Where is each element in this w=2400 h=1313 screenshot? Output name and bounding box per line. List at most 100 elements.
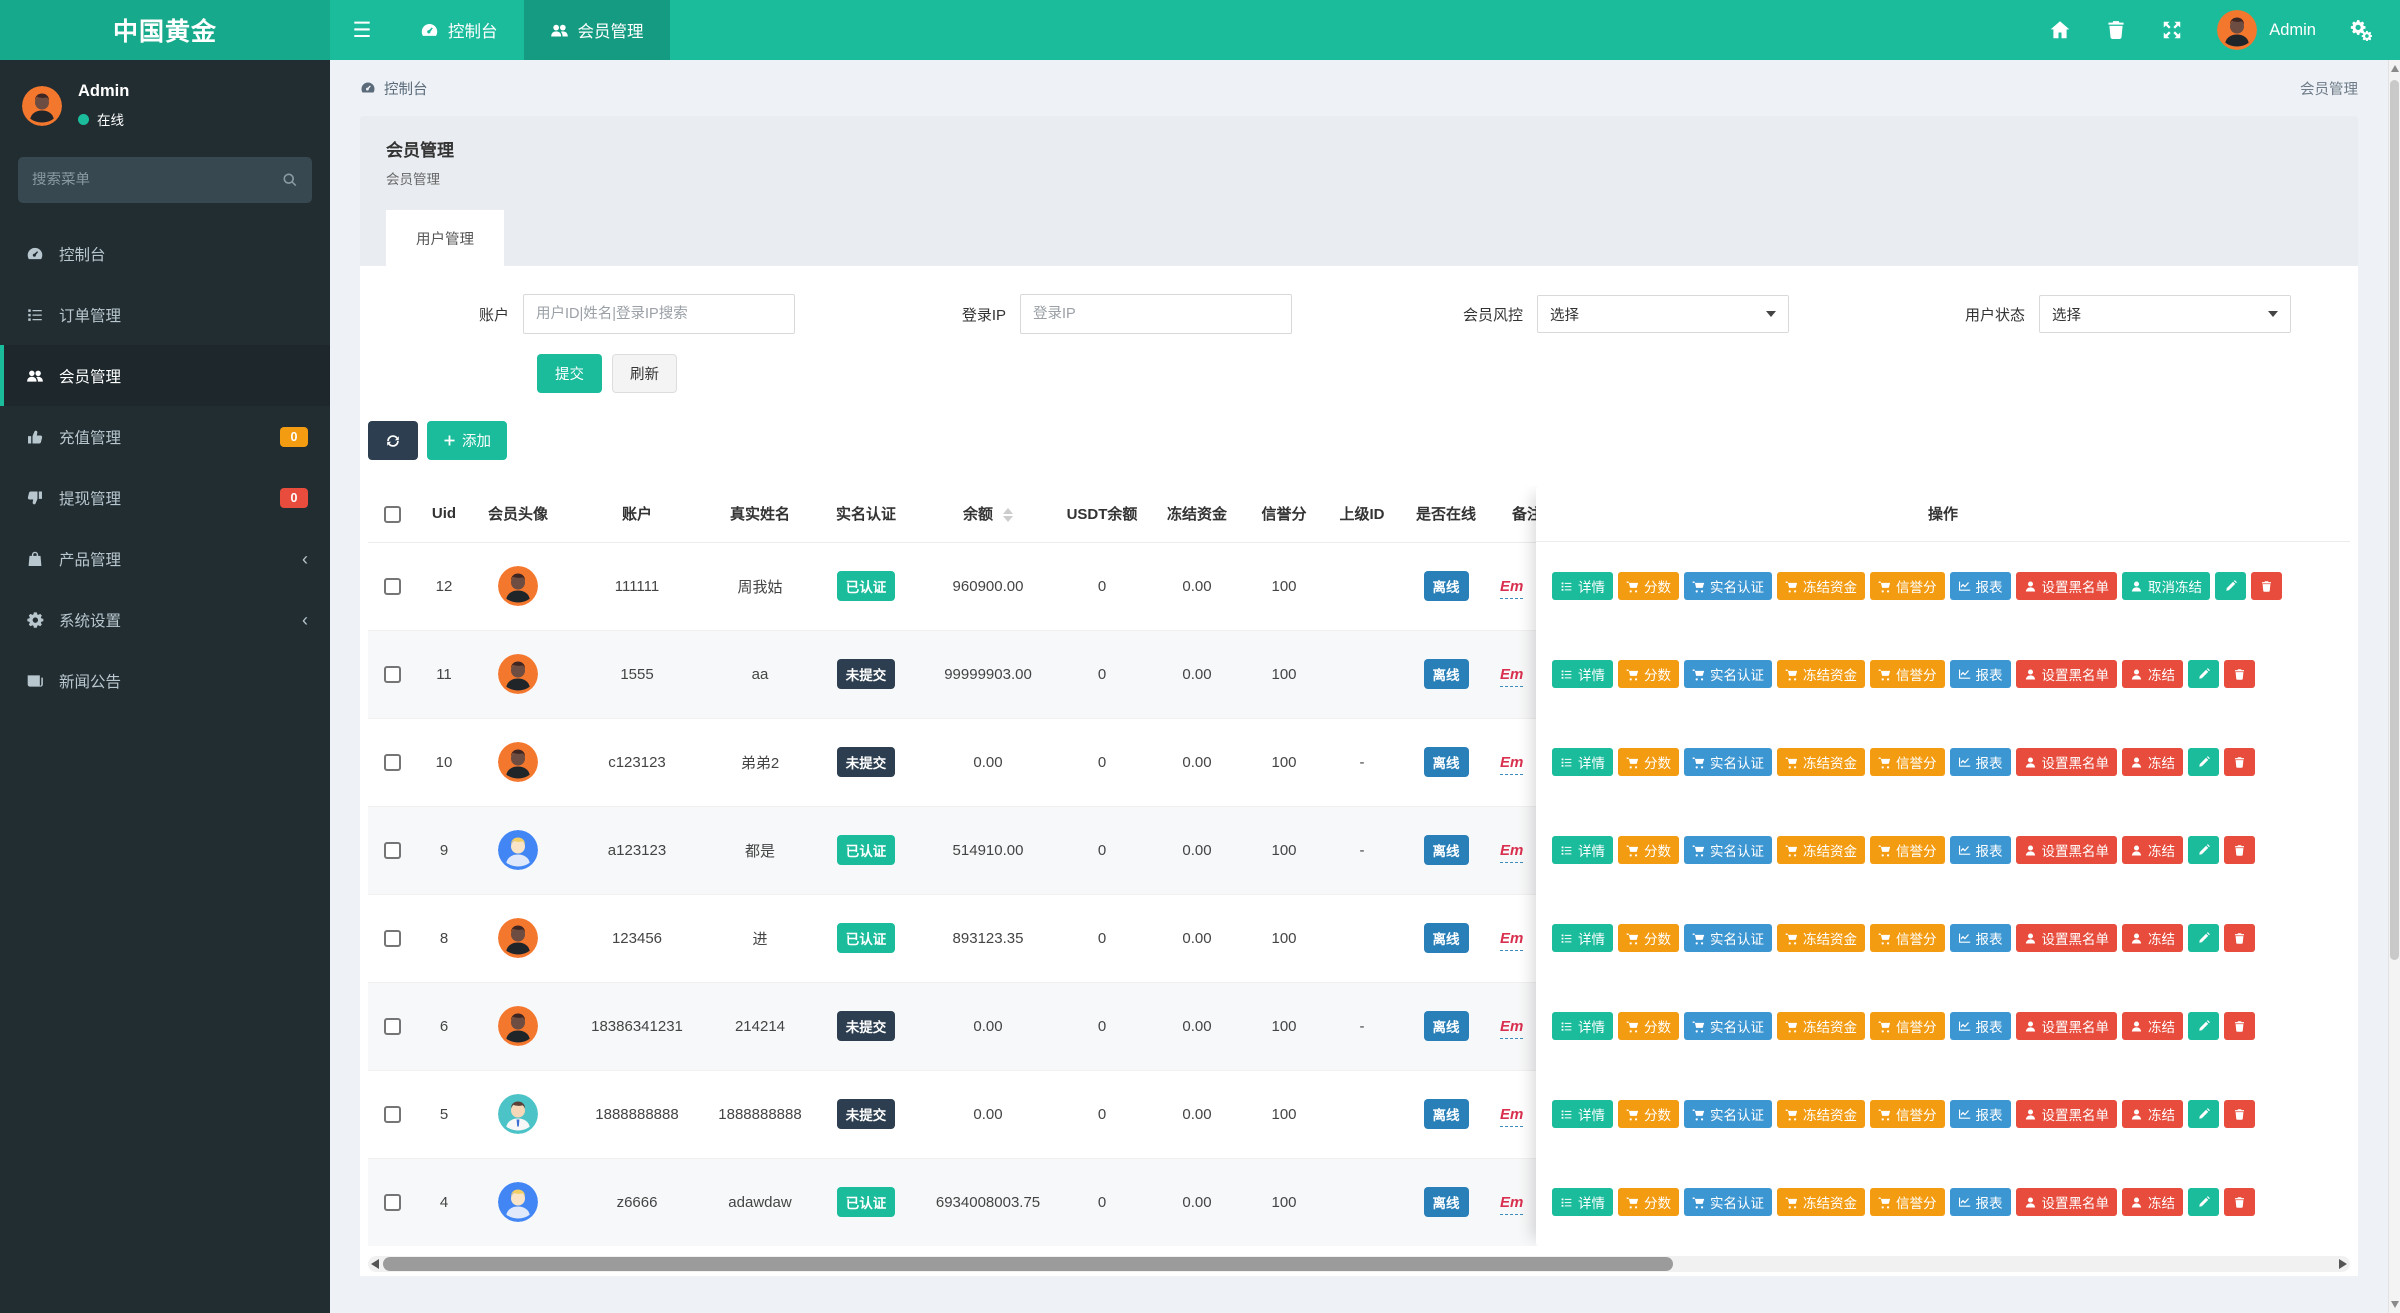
sidebar-item-orders[interactable]: 订单管理 xyxy=(0,284,330,345)
detail-button[interactable]: 详情 xyxy=(1552,1100,1613,1128)
credit-score-button[interactable]: 信誉分 xyxy=(1870,660,1945,688)
scroll-up-arrow-icon[interactable] xyxy=(2391,65,2399,72)
detail-button[interactable]: 详情 xyxy=(1552,924,1613,952)
credit-score-button[interactable]: 信誉分 xyxy=(1870,1188,1945,1216)
delete-button[interactable] xyxy=(2224,1100,2255,1128)
report-button[interactable]: 报表 xyxy=(1950,1188,2011,1216)
vertical-scroll-thumb[interactable] xyxy=(2390,80,2399,960)
credit-score-button[interactable]: 信誉分 xyxy=(1870,572,1945,600)
freeze-funds-button[interactable]: 冻结资金 xyxy=(1777,572,1865,600)
realname-verify-button[interactable]: 实名认证 xyxy=(1684,1012,1772,1040)
member-avatar[interactable] xyxy=(498,1006,538,1046)
freeze-toggle-button[interactable]: 冻结 xyxy=(2122,836,2183,864)
blacklist-button[interactable]: 设置黑名单 xyxy=(2016,572,2118,600)
note-empty-text[interactable]: Em xyxy=(1500,754,1523,775)
edit-button[interactable] xyxy=(2188,924,2219,952)
report-button[interactable]: 报表 xyxy=(1950,748,2011,776)
member-avatar[interactable] xyxy=(498,830,538,870)
sidebar-item-products[interactable]: 产品管理 ‹ xyxy=(0,528,330,589)
sidebar-item-withdraw[interactable]: 提现管理 0 xyxy=(0,467,330,528)
score-button[interactable]: 分数 xyxy=(1618,1012,1679,1040)
refresh-button[interactable]: 刷新 xyxy=(612,354,677,393)
note-empty-text[interactable]: Em xyxy=(1500,666,1523,687)
realname-verify-button[interactable]: 实名认证 xyxy=(1684,748,1772,776)
score-button[interactable]: 分数 xyxy=(1618,1100,1679,1128)
freeze-toggle-button[interactable]: 冻结 xyxy=(2122,660,2183,688)
sidebar-item-recharge[interactable]: 充值管理 0 xyxy=(0,406,330,467)
edit-button[interactable] xyxy=(2188,836,2219,864)
score-button[interactable]: 分数 xyxy=(1618,924,1679,952)
sort-icon[interactable] xyxy=(1003,508,1013,522)
note-empty-text[interactable]: Em xyxy=(1500,930,1523,951)
realname-verify-button[interactable]: 实名认证 xyxy=(1684,836,1772,864)
fullscreen-icon[interactable] xyxy=(2161,19,2183,41)
score-button[interactable]: 分数 xyxy=(1618,660,1679,688)
row-checkbox[interactable] xyxy=(384,930,401,947)
freeze-toggle-button[interactable]: 冻结 xyxy=(2122,1100,2183,1128)
edit-button[interactable] xyxy=(2188,1188,2219,1216)
realname-verify-button[interactable]: 实名认证 xyxy=(1684,572,1772,600)
select-all-checkbox[interactable] xyxy=(384,506,401,523)
scroll-down-arrow-icon[interactable] xyxy=(2391,1301,2399,1308)
freeze-toggle-button[interactable]: 取消冻结 xyxy=(2122,572,2210,600)
member-avatar[interactable] xyxy=(498,742,538,782)
note-empty-text[interactable]: Em xyxy=(1500,842,1523,863)
row-checkbox[interactable] xyxy=(384,842,401,859)
edit-button[interactable] xyxy=(2215,572,2246,600)
member-avatar[interactable] xyxy=(498,1182,538,1222)
delete-button[interactable] xyxy=(2224,1188,2255,1216)
blacklist-button[interactable]: 设置黑名单 xyxy=(2016,1100,2118,1128)
credit-score-button[interactable]: 信誉分 xyxy=(1870,1012,1945,1040)
blacklist-button[interactable]: 设置黑名单 xyxy=(2016,660,2118,688)
detail-button[interactable]: 详情 xyxy=(1552,572,1613,600)
home-icon[interactable] xyxy=(2049,19,2071,41)
credit-score-button[interactable]: 信誉分 xyxy=(1870,1100,1945,1128)
login-ip-input[interactable] xyxy=(1020,294,1292,334)
col-balance[interactable]: 余额 xyxy=(922,486,1054,542)
report-button[interactable]: 报表 xyxy=(1950,836,2011,864)
edit-button[interactable] xyxy=(2188,1012,2219,1040)
realname-verify-button[interactable]: 实名认证 xyxy=(1684,1100,1772,1128)
delete-button[interactable] xyxy=(2224,748,2255,776)
user-status-select[interactable]: 选择 xyxy=(2039,295,2291,333)
blacklist-button[interactable]: 设置黑名单 xyxy=(2016,924,2118,952)
member-avatar[interactable] xyxy=(498,1094,538,1134)
add-button[interactable]: 添加 xyxy=(427,421,507,460)
freeze-funds-button[interactable]: 冻结资金 xyxy=(1777,1012,1865,1040)
breadcrumb-dashboard[interactable]: 控制台 xyxy=(360,78,428,99)
settings-gears-icon[interactable] xyxy=(2350,19,2372,41)
freeze-funds-button[interactable]: 冻结资金 xyxy=(1777,660,1865,688)
score-button[interactable]: 分数 xyxy=(1618,572,1679,600)
freeze-toggle-button[interactable]: 冻结 xyxy=(2122,1012,2183,1040)
scroll-left-arrow-icon[interactable] xyxy=(371,1259,379,1269)
detail-button[interactable]: 详情 xyxy=(1552,836,1613,864)
delete-button[interactable] xyxy=(2224,660,2255,688)
report-button[interactable]: 报表 xyxy=(1950,1100,2011,1128)
freeze-toggle-button[interactable]: 冻结 xyxy=(2122,748,2183,776)
horizontal-scroll-thumb[interactable] xyxy=(383,1257,1673,1271)
sidebar-item-news[interactable]: 新闻公告 xyxy=(0,650,330,711)
delete-button[interactable] xyxy=(2224,836,2255,864)
account-search-input[interactable] xyxy=(523,294,795,334)
score-button[interactable]: 分数 xyxy=(1618,836,1679,864)
sidebar-toggle-button[interactable]: ☰ xyxy=(330,0,394,60)
row-checkbox[interactable] xyxy=(384,666,401,683)
risk-select[interactable]: 选择 xyxy=(1537,295,1789,333)
submit-button[interactable]: 提交 xyxy=(537,354,602,393)
realname-verify-button[interactable]: 实名认证 xyxy=(1684,924,1772,952)
edit-button[interactable] xyxy=(2188,748,2219,776)
edit-button[interactable] xyxy=(2188,660,2219,688)
brand-logo[interactable]: 中国黄金 xyxy=(0,0,330,60)
freeze-funds-button[interactable]: 冻结资金 xyxy=(1777,1100,1865,1128)
note-empty-text[interactable]: Em xyxy=(1500,578,1523,599)
report-button[interactable]: 报表 xyxy=(1950,572,2011,600)
delete-button[interactable] xyxy=(2224,1012,2255,1040)
member-avatar[interactable] xyxy=(498,654,538,694)
realname-verify-button[interactable]: 实名认证 xyxy=(1684,660,1772,688)
delete-button[interactable] xyxy=(2224,924,2255,952)
freeze-funds-button[interactable]: 冻结资金 xyxy=(1777,924,1865,952)
note-empty-text[interactable]: Em xyxy=(1500,1106,1523,1127)
topnav-members[interactable]: 会员管理 xyxy=(524,0,670,60)
sidebar-item-members[interactable]: 会员管理 xyxy=(0,345,330,406)
member-avatar[interactable] xyxy=(498,918,538,958)
